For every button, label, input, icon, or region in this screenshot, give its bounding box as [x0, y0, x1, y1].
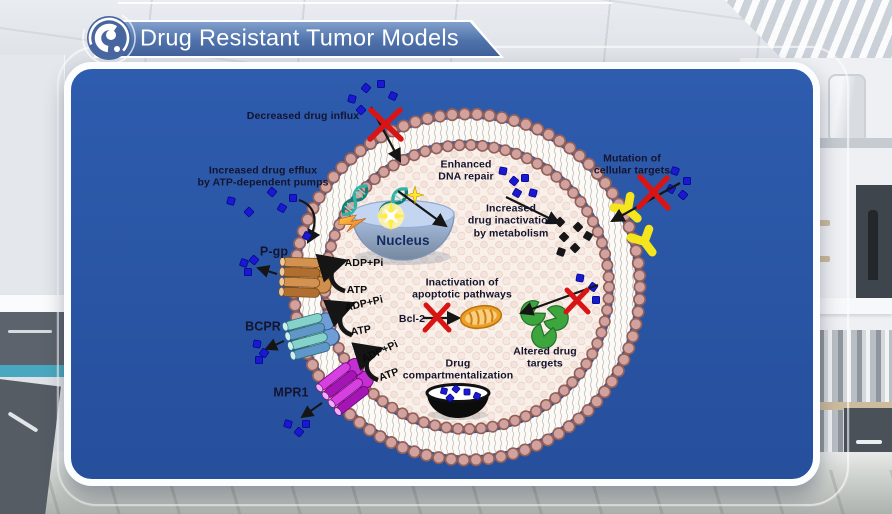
- label-decreased-influx: Decreased drug influx: [247, 110, 359, 122]
- label-increased-efflux: Increased drug efflux by ATP-dependent p…: [197, 165, 328, 190]
- page-title: Drug Resistant Tumor Models: [140, 24, 459, 51]
- slide-stage: Drug Resistant Tumor Models: [0, 0, 892, 514]
- cabinet-handle: [8, 330, 52, 333]
- lab-counter-left: [0, 295, 64, 312]
- dark-bottle: [868, 210, 878, 280]
- label-mutation-targets: Mutation of cellular targets: [594, 153, 670, 178]
- teal-baseboard: [0, 365, 64, 377]
- label-nucleus: Nucleus: [376, 233, 429, 249]
- label-drug-inactivation: Increased drug inactivation by metabolis…: [468, 202, 554, 239]
- label-mpr1: MPR1: [273, 386, 308, 401]
- label-altered-targets: Altered drug targets: [513, 346, 577, 371]
- label-compartmentalization: Drug compartmentalization: [403, 358, 514, 383]
- cell-lens-logo-icon: [80, 8, 138, 66]
- diagram-panel: [64, 62, 820, 486]
- label-enhanced-repair: Enhanced DNA repair: [438, 159, 493, 184]
- label-atp-pgp: ATP: [347, 284, 368, 296]
- label-apoptotic-inactivation: Inactivation of apoptotic pathways: [412, 277, 512, 302]
- decor-line: [118, 2, 612, 4]
- drawer-handle: [856, 440, 882, 444]
- label-pgp: P-gp: [260, 245, 288, 260]
- label-bcpr: BCPR: [245, 320, 281, 335]
- lab-cabinet-left: [0, 312, 64, 368]
- label-adp-pgp: ADP+Pi: [345, 257, 384, 269]
- lab-wall-left: [0, 55, 65, 315]
- label-bcl2: Bcl-2: [399, 313, 425, 325]
